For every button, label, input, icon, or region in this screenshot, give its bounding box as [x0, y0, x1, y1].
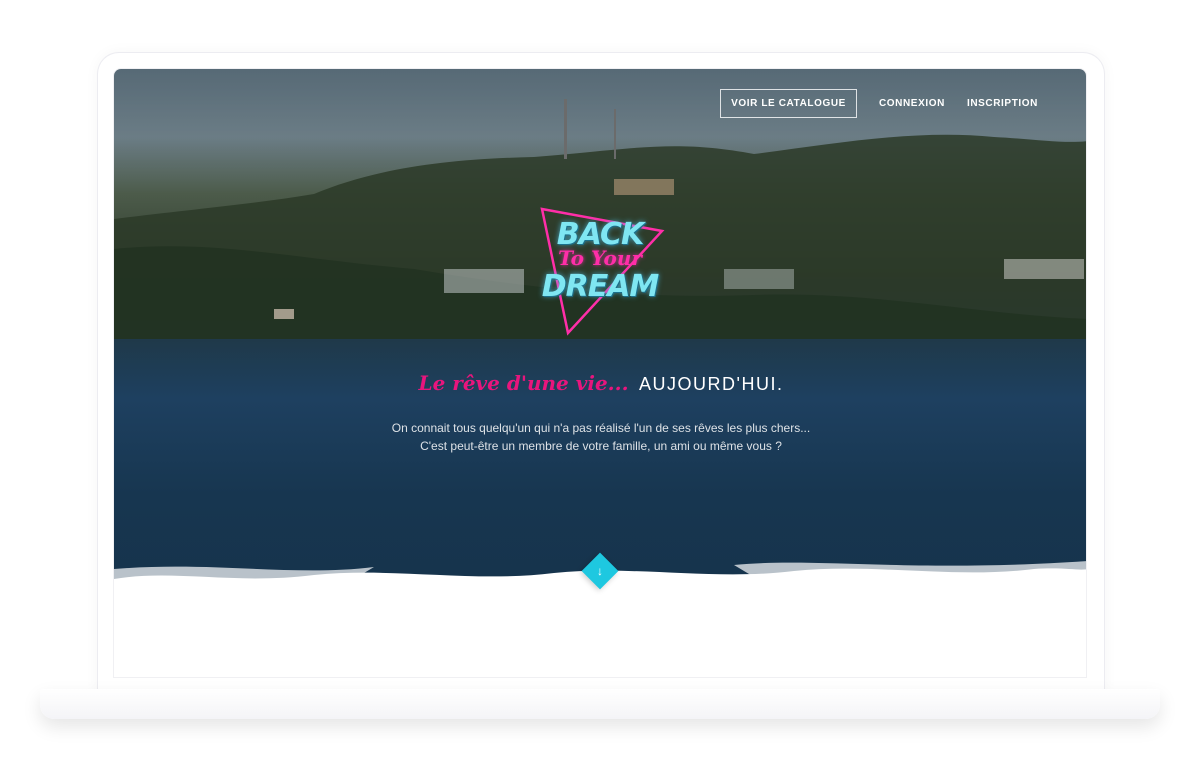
headline-caps: AUJOURD'HUI. [639, 374, 784, 394]
arrow-down-icon: ↓ [597, 564, 603, 578]
brand-logo[interactable]: BACK To Your DREAM [530, 201, 670, 341]
website-screen: VOIR LE CATALOGUE CONNEXION INSCRIPTION … [113, 68, 1087, 678]
intro-line-2: C'est peut-être un membre de votre famil… [420, 439, 782, 453]
main-nav: VOIR LE CATALOGUE CONNEXION INSCRIPTION [720, 89, 1038, 118]
catalogue-button[interactable]: VOIR LE CATALOGUE [720, 89, 857, 118]
intro-line-1: On connait tous quelqu'un qui n'a pas ré… [391, 421, 811, 435]
hero-intro: On connait tous quelqu'un qui n'a pas ré… [114, 419, 1086, 455]
logo-word-to-your: To Your [558, 246, 642, 270]
headline-script: Le rêve d'une vie... [418, 371, 629, 395]
login-link[interactable]: CONNEXION [879, 98, 945, 109]
logo-word-dream: DREAM [541, 269, 660, 304]
signup-link[interactable]: INSCRIPTION [967, 98, 1038, 109]
laptop-base [40, 689, 1160, 719]
hero-headline: Le rêve d'une vie... AUJOURD'HUI. [114, 371, 1086, 395]
